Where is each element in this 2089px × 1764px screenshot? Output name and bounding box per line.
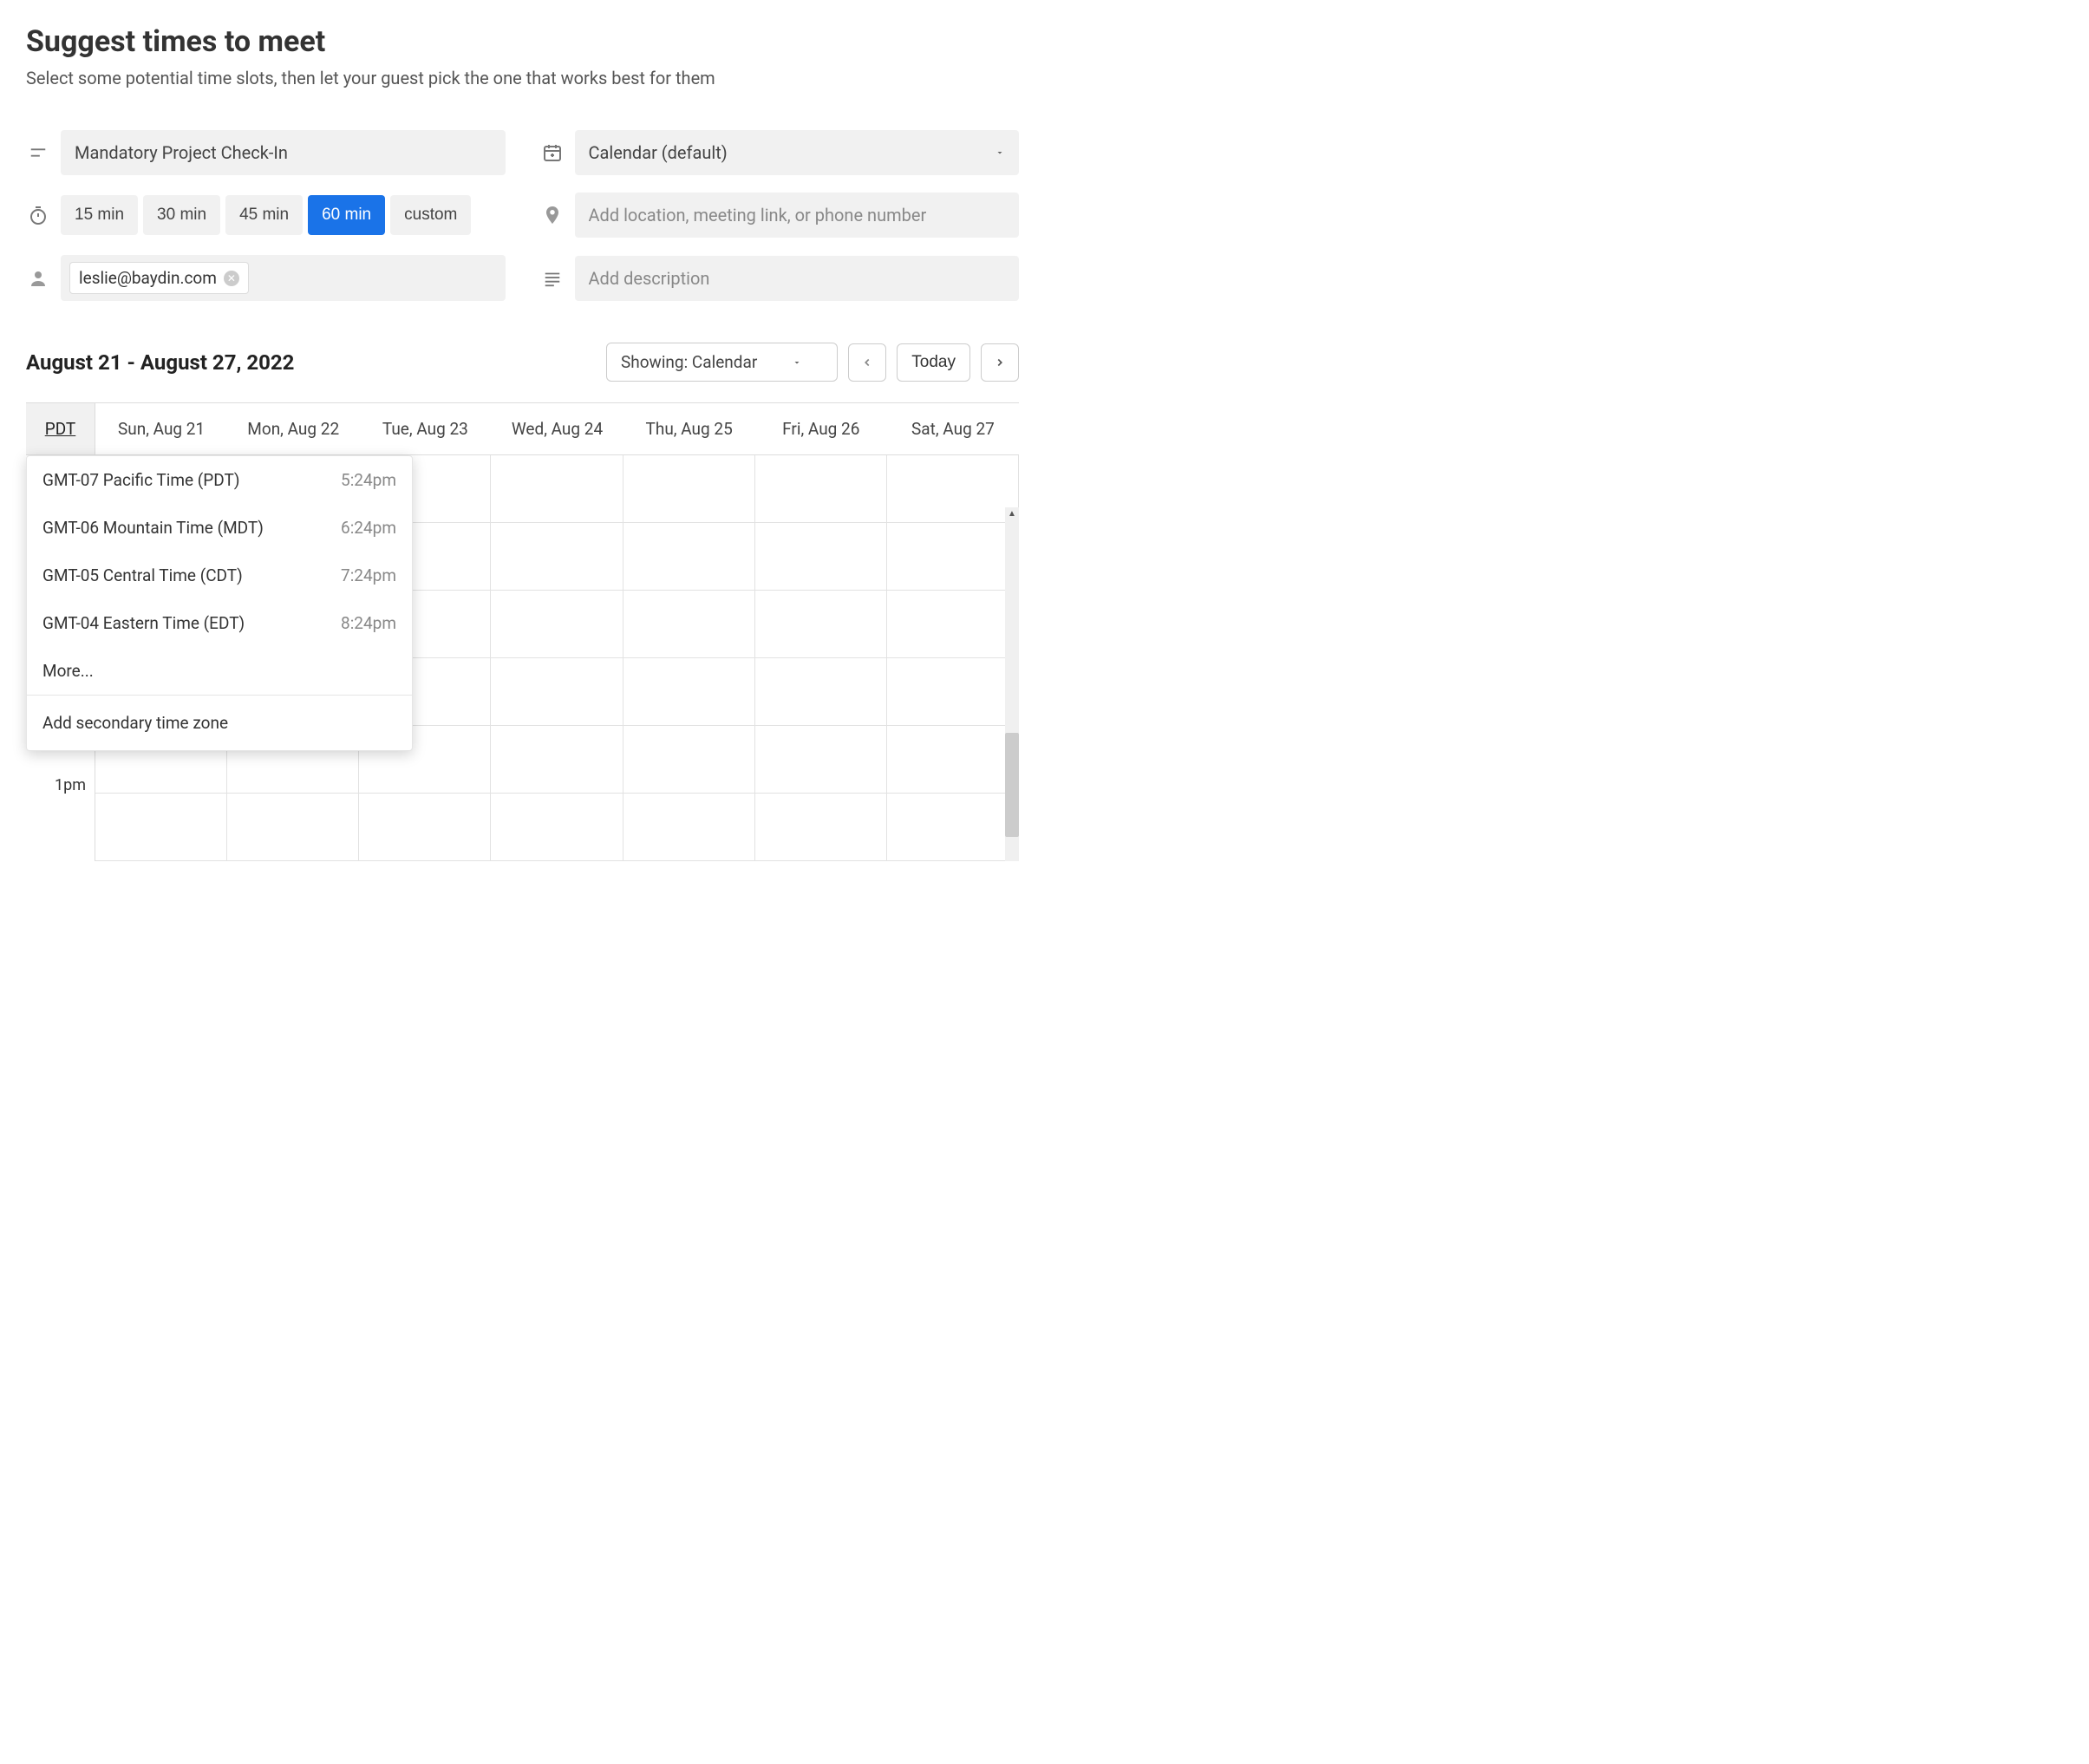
timezone-option[interactable]: GMT-06 Mountain Time (MDT) 6:24pm xyxy=(27,504,412,552)
timezone-option-time: 7:24pm xyxy=(341,565,396,585)
description-input[interactable]: Add description xyxy=(575,256,1020,301)
hour-slot[interactable] xyxy=(887,726,1018,794)
guest-chip[interactable]: leslie@baydin.com ✕ xyxy=(69,262,249,294)
week-header: August 21 - August 27, 2022 Showing: Cal… xyxy=(26,343,1019,382)
today-button[interactable]: Today xyxy=(897,343,970,382)
chevron-down-icon xyxy=(995,147,1005,158)
hour-slot[interactable] xyxy=(887,658,1018,726)
day-header: Thu, Aug 25 xyxy=(623,403,755,454)
calendar-header-row: PDT Sun, Aug 21Mon, Aug 22Tue, Aug 23Wed… xyxy=(26,403,1019,455)
page-subtitle: Select some potential time slots, then l… xyxy=(26,68,1019,88)
hour-slot[interactable] xyxy=(887,591,1018,658)
page-title: Suggest times to meet xyxy=(26,24,1019,59)
hour-slot[interactable] xyxy=(623,455,754,523)
guests-input[interactable]: leslie@baydin.com ✕ xyxy=(61,255,506,301)
duration-button[interactable]: 60 min xyxy=(308,195,385,235)
stopwatch-icon xyxy=(26,203,50,227)
remove-chip-icon[interactable]: ✕ xyxy=(224,271,239,286)
timezone-option-label: GMT-04 Eastern Time (EDT) xyxy=(42,613,245,633)
scrollbar-thumb[interactable] xyxy=(1005,733,1019,837)
timezone-option-time: 6:24pm xyxy=(341,518,396,538)
hour-slot[interactable] xyxy=(755,726,886,794)
duration-button[interactable]: 45 min xyxy=(225,195,303,235)
hour-slot[interactable] xyxy=(491,523,622,591)
time-label: 1pm xyxy=(26,776,95,844)
hour-slot[interactable] xyxy=(755,591,886,658)
hour-slot[interactable] xyxy=(623,591,754,658)
hour-slot[interactable] xyxy=(359,794,490,861)
showing-calendar-select[interactable]: Showing: Calendar xyxy=(606,343,838,382)
chevron-down-icon xyxy=(792,357,802,368)
day-column[interactable] xyxy=(755,455,887,861)
meeting-form: Mandatory Project Check-In Calendar (def… xyxy=(26,130,1019,301)
calendar-select-value: Calendar (default) xyxy=(589,142,728,163)
timezone-dropdown: GMT-07 Pacific Time (PDT) 5:24pm GMT-06 Mo… xyxy=(26,455,413,751)
hour-slot[interactable] xyxy=(623,726,754,794)
timezone-more[interactable]: More... xyxy=(27,647,412,695)
location-input[interactable]: Add location, meeting link, or phone num… xyxy=(575,193,1020,238)
day-header: Tue, Aug 23 xyxy=(359,403,491,454)
timezone-option-label: GMT-05 Central Time (CDT) xyxy=(42,565,243,585)
day-header: Sat, Aug 27 xyxy=(887,403,1019,454)
date-range: August 21 - August 27, 2022 xyxy=(26,350,294,375)
hour-slot[interactable] xyxy=(491,726,622,794)
title-icon xyxy=(26,140,50,165)
meeting-title-input[interactable]: Mandatory Project Check-In xyxy=(61,130,506,175)
day-column[interactable] xyxy=(623,455,755,861)
hour-slot[interactable] xyxy=(887,455,1018,523)
day-header: Mon, Aug 22 xyxy=(227,403,359,454)
day-column[interactable] xyxy=(887,455,1019,861)
calendar-select[interactable]: Calendar (default) xyxy=(575,130,1020,175)
guest-chip-label: leslie@baydin.com xyxy=(79,268,217,288)
hour-slot[interactable] xyxy=(887,794,1018,861)
week-controls: Showing: Calendar Today xyxy=(606,343,1019,382)
hour-slot[interactable] xyxy=(623,523,754,591)
hour-slot[interactable] xyxy=(623,794,754,861)
next-week-button[interactable] xyxy=(981,343,1019,382)
hour-slot[interactable] xyxy=(491,658,622,726)
person-icon xyxy=(26,266,50,291)
hour-slot[interactable] xyxy=(755,658,886,726)
timezone-option[interactable]: GMT-07 Pacific Time (PDT) 5:24pm xyxy=(27,456,412,504)
timezone-more-label: More... xyxy=(42,661,94,681)
location-icon xyxy=(540,203,565,227)
hour-slot[interactable] xyxy=(755,794,886,861)
duration-button[interactable]: 15 min xyxy=(61,195,138,235)
duration-group: 15 min30 min45 min60 mincustom xyxy=(61,195,506,235)
hour-slot[interactable] xyxy=(491,794,622,861)
showing-label: Showing: Calendar xyxy=(621,352,757,372)
day-column[interactable] xyxy=(491,455,623,861)
calendar-icon xyxy=(540,140,565,165)
add-secondary-timezone[interactable]: Add secondary time zone xyxy=(27,696,412,750)
timezone-option[interactable]: GMT-05 Central Time (CDT) 7:24pm xyxy=(27,552,412,599)
day-header: Wed, Aug 24 xyxy=(491,403,623,454)
duration-button[interactable]: 30 min xyxy=(143,195,220,235)
hour-slot[interactable] xyxy=(887,523,1018,591)
meeting-title-value: Mandatory Project Check-In xyxy=(75,142,288,163)
hour-slot[interactable] xyxy=(491,591,622,658)
timezone-button[interactable]: PDT xyxy=(26,403,95,454)
hour-slot[interactable] xyxy=(95,794,226,861)
description-placeholder: Add description xyxy=(589,268,710,289)
hour-slot[interactable] xyxy=(623,658,754,726)
scroll-up-icon[interactable]: ▲ xyxy=(1005,507,1019,519)
timezone-option-time: 8:24pm xyxy=(341,613,396,633)
timezone-option-label: GMT-07 Pacific Time (PDT) xyxy=(42,470,239,490)
timezone-option-label: GMT-06 Mountain Time (MDT) xyxy=(42,518,264,538)
day-header: Fri, Aug 26 xyxy=(755,403,887,454)
prev-week-button[interactable] xyxy=(848,343,886,382)
location-placeholder: Add location, meeting link, or phone num… xyxy=(589,205,927,225)
calendar: PDT Sun, Aug 21Mon, Aug 22Tue, Aug 23Wed… xyxy=(26,402,1019,861)
hour-slot[interactable] xyxy=(491,455,622,523)
hour-slot[interactable] xyxy=(755,455,886,523)
description-icon xyxy=(540,266,565,291)
timezone-option[interactable]: GMT-04 Eastern Time (EDT) 8:24pm xyxy=(27,599,412,647)
duration-button[interactable]: custom xyxy=(390,195,471,235)
hour-slot[interactable] xyxy=(755,523,886,591)
day-header: Sun, Aug 21 xyxy=(95,403,227,454)
timezone-option-time: 5:24pm xyxy=(341,470,396,490)
hour-slot[interactable] xyxy=(227,794,358,861)
